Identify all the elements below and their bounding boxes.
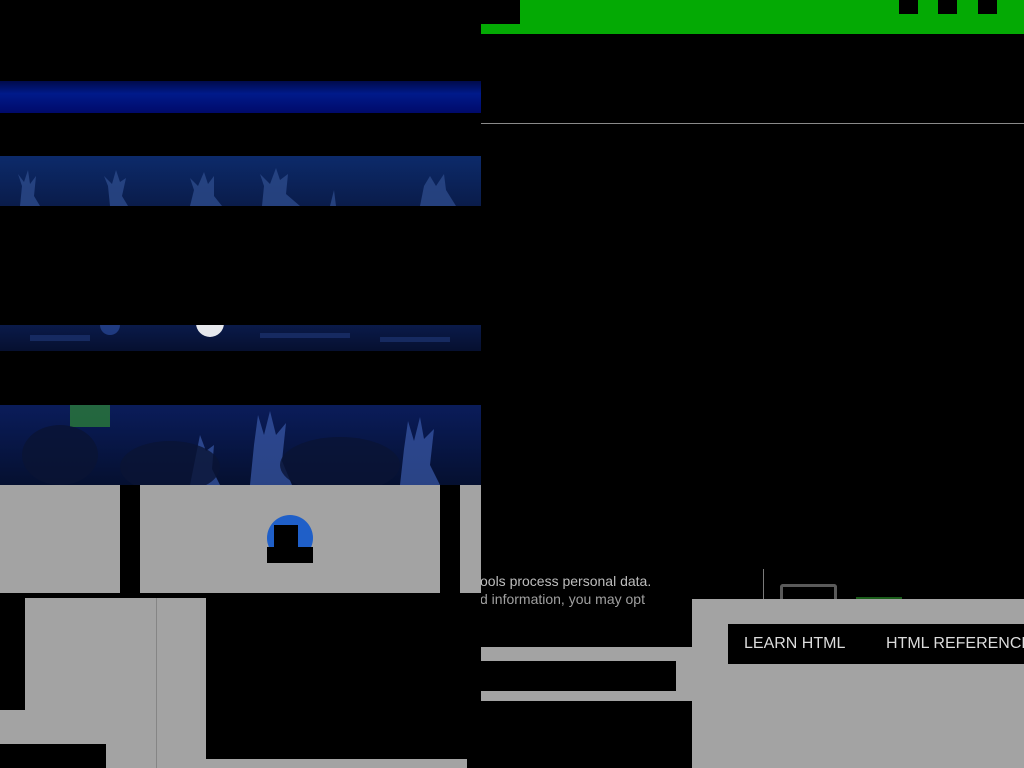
hero-image-strip xyxy=(0,156,481,206)
badge-overlay-base xyxy=(267,547,313,563)
badge-overlay xyxy=(274,525,298,547)
blue-banner xyxy=(0,81,481,113)
middle-input-block[interactable] xyxy=(481,661,676,691)
occluded-block-d xyxy=(467,598,481,768)
feature-card-2[interactable] xyxy=(140,485,440,593)
nav-tab-block[interactable] xyxy=(481,0,520,24)
hero-image-strip-2 xyxy=(0,309,481,351)
occluded-block-c xyxy=(206,598,467,759)
raised-hands-icon xyxy=(18,168,456,206)
bottom-right-panel: LEARN HTML HTML REFERENCE xyxy=(692,599,1024,768)
nav-square-3[interactable] xyxy=(978,0,997,14)
vertical-divider xyxy=(763,569,764,601)
cookie-notice-text: ools process personal data. d informatio… xyxy=(480,572,680,608)
crowd-silhouette-icon xyxy=(30,309,450,342)
learn-html-button[interactable]: LEARN HTML xyxy=(728,624,884,664)
feature-card-1[interactable] xyxy=(0,485,120,593)
nav-square-2[interactable] xyxy=(938,0,957,14)
html-reference-button[interactable]: HTML REFERENCE xyxy=(870,624,1024,664)
nav-square-1[interactable] xyxy=(899,0,918,14)
cookie-line-2: d information, you may opt xyxy=(480,591,645,607)
monitor-icon xyxy=(780,584,837,600)
cookie-line-1: ools process personal data. xyxy=(480,573,652,589)
occluded-block-a xyxy=(0,598,25,710)
occluded-block-b xyxy=(0,744,106,768)
panel-divider xyxy=(156,598,157,768)
header-divider xyxy=(481,123,1024,124)
feature-card-3[interactable] xyxy=(460,485,481,593)
top-nav-bar xyxy=(481,0,1024,34)
hero-image-strip-3 xyxy=(0,405,481,485)
crowd-hands-icon xyxy=(22,405,440,485)
